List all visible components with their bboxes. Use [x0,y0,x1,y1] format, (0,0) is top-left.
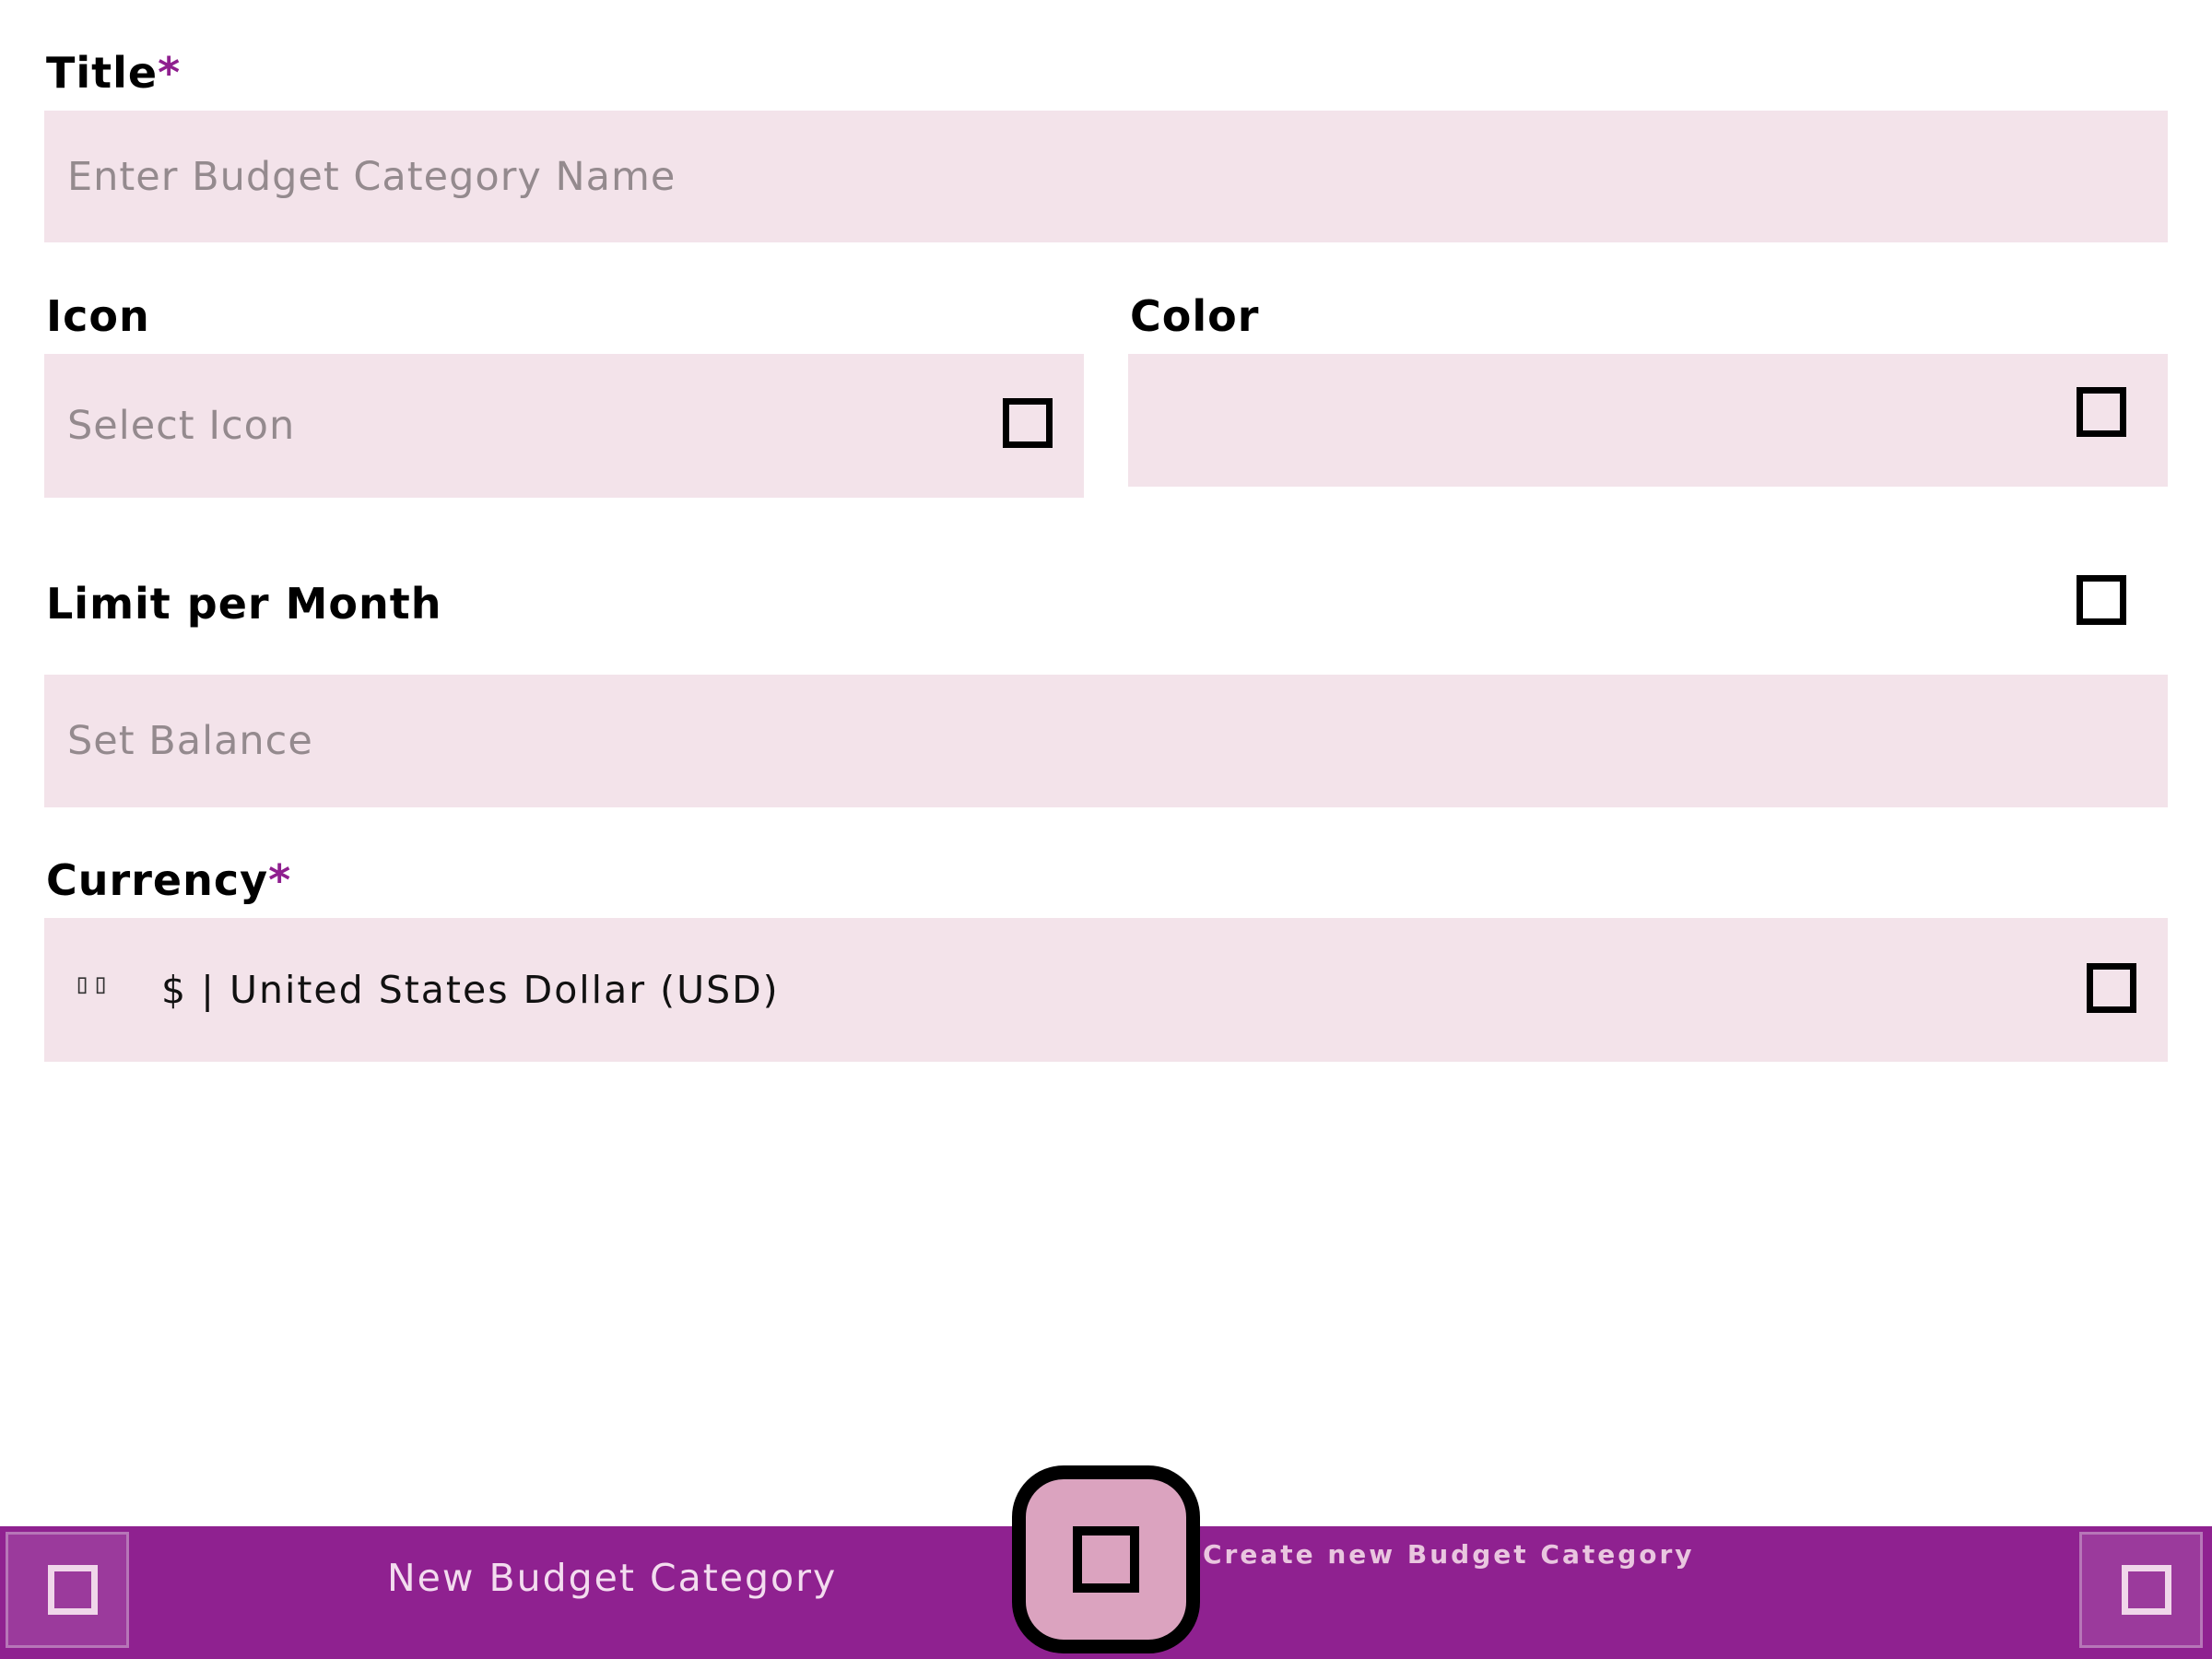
currency-flag-icon: ▯▯ [74,968,112,1000]
fab-tooltip: Create new Budget Category [1203,1539,1695,1570]
title-label-text: Title [46,48,159,98]
bottom-bar-title: New Budget Category [387,1556,838,1600]
color-picker-square-icon[interactable] [2077,387,2126,437]
currency-value: $ | United States Dollar (USD) [161,968,780,1012]
color-label: Color [1130,291,1260,341]
bottom-bar-right-button[interactable] [2079,1532,2203,1648]
limit-toggle-checkbox-icon[interactable] [2077,575,2126,625]
title-input[interactable]: Enter Budget Category Name [44,111,2168,242]
color-picker[interactable] [1128,354,2168,487]
right-button-square-icon [2122,1565,2171,1615]
bottom-bar-left-button[interactable] [6,1532,129,1648]
currency-select-square-icon[interactable] [2087,963,2136,1013]
currency-select[interactable]: ▯▯ $ | United States Dollar (USD) [44,918,2168,1062]
limit-balance-placeholder: Set Balance [67,718,313,764]
required-mark: * [268,855,292,905]
currency-label: Currency* [46,855,291,905]
left-button-square-icon [48,1565,98,1615]
create-budget-category-fab[interactable] [1012,1465,1200,1653]
new-budget-category-page: Title* Enter Budget Category Name Icon S… [0,0,2212,1659]
fab-square-icon [1073,1526,1139,1593]
icon-select-placeholder: Select Icon [67,403,296,449]
icon-select-square-icon[interactable] [1003,398,1053,448]
limit-balance-input[interactable]: Set Balance [44,675,2168,807]
required-mark: * [158,48,182,98]
icon-select[interactable]: Select Icon [44,354,1084,498]
title-label: Title* [46,48,181,98]
currency-label-text: Currency [46,855,269,905]
limit-label: Limit per Month [46,579,442,629]
title-input-placeholder: Enter Budget Category Name [67,153,677,200]
icon-label: Icon [46,291,150,341]
